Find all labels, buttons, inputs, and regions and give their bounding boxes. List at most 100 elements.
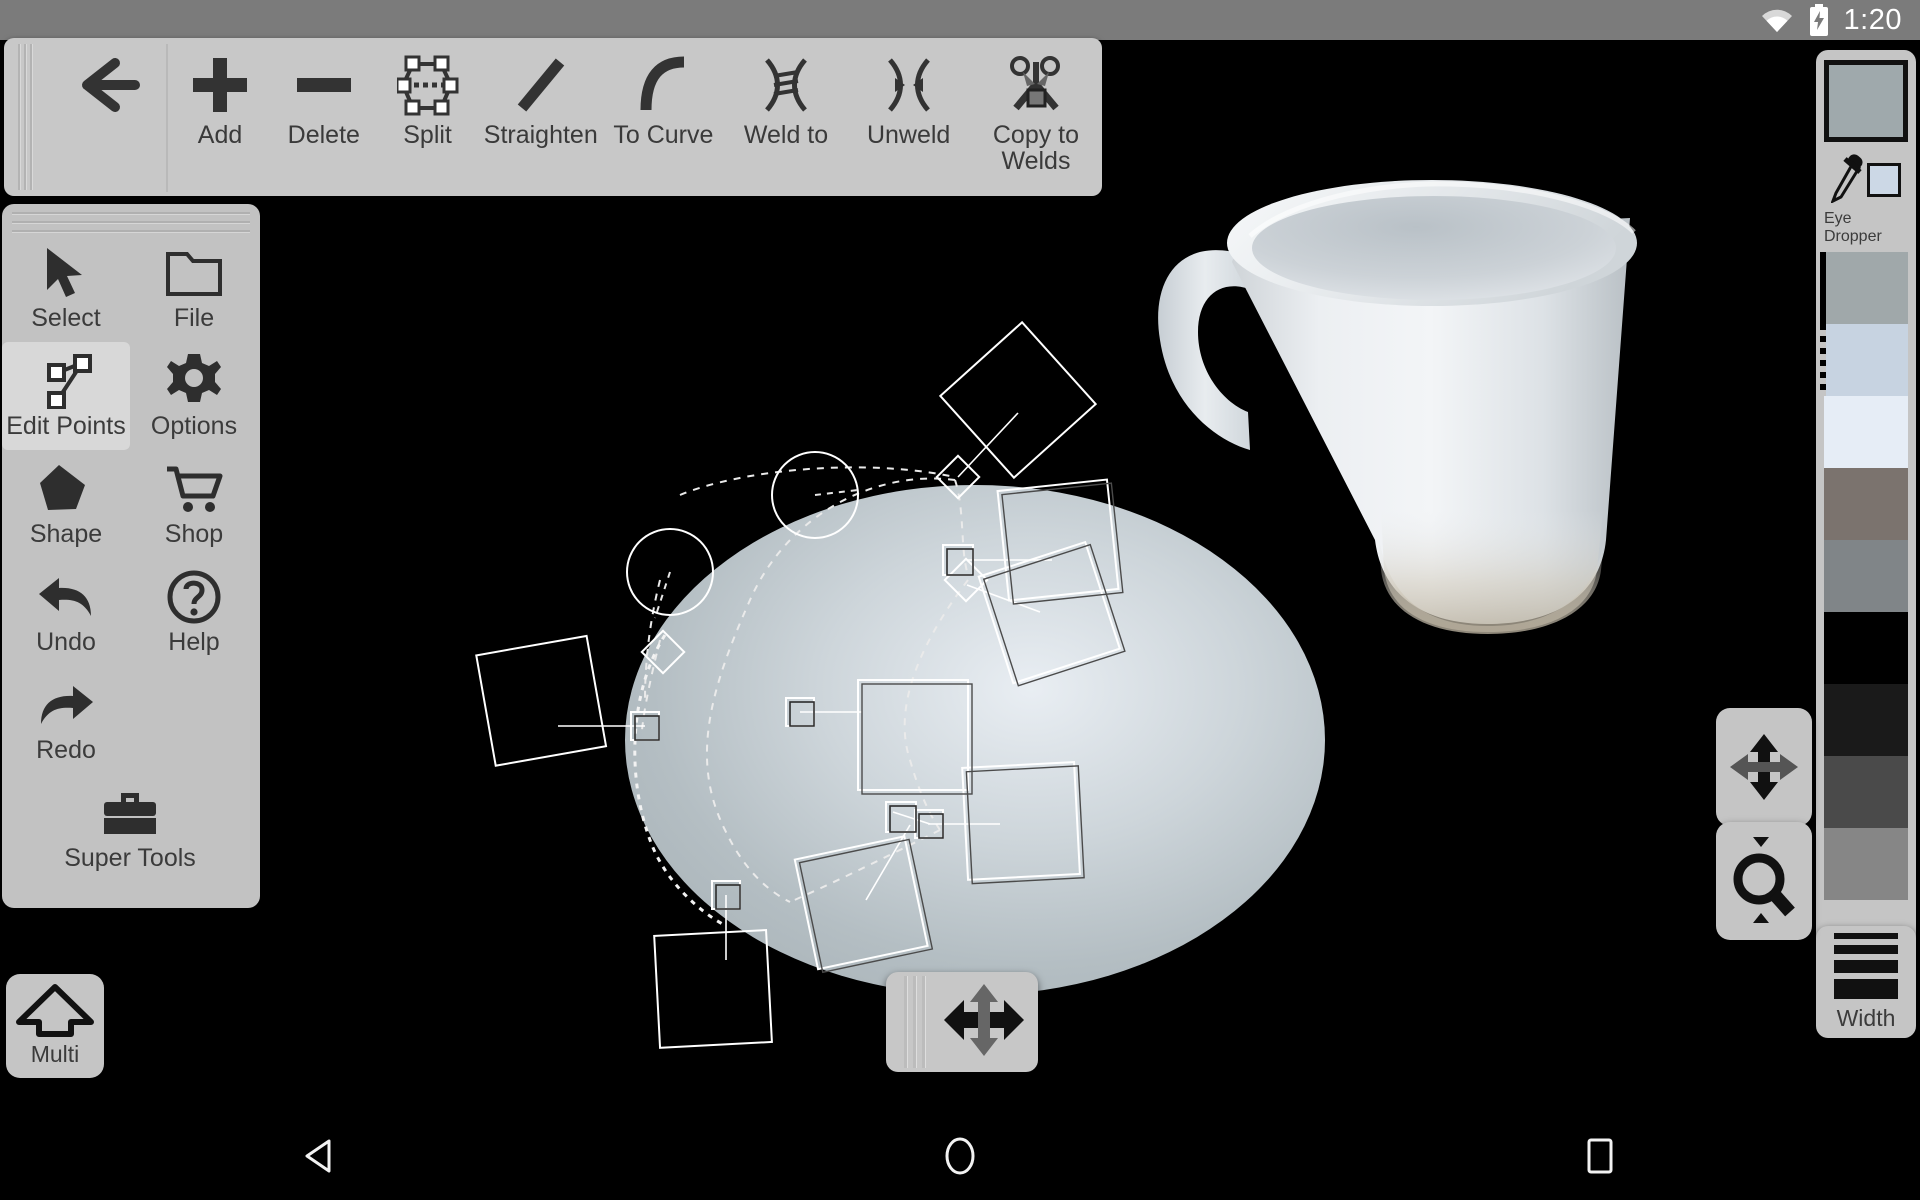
folder-icon: [165, 244, 223, 302]
diagonal-line-icon: [510, 54, 572, 116]
pan-view-button[interactable]: [1716, 708, 1812, 826]
palette-swatch-8[interactable]: [1824, 828, 1908, 900]
width-button[interactable]: Width: [1816, 926, 1916, 1038]
copy-to-welds-label-line2: Welds: [1001, 147, 1071, 176]
android-back-button[interactable]: [230, 1137, 410, 1175]
toolbar-grip[interactable]: [4, 38, 46, 196]
width-label: Width: [1836, 1004, 1896, 1031]
pan-handle-widget[interactable]: [886, 972, 1038, 1072]
android-nav-bar[interactable]: [0, 1112, 1920, 1200]
curve-arc-icon: [632, 54, 694, 116]
android-recents-button[interactable]: [1510, 1135, 1690, 1177]
eye-dropper-button[interactable]: Eye Dropper: [1824, 152, 1908, 246]
multi-label: Multi: [30, 1041, 80, 1067]
tool-file[interactable]: File: [130, 234, 258, 342]
add-button[interactable]: Add: [168, 38, 272, 196]
tool-options[interactable]: Options: [130, 342, 258, 450]
palette-swatch-7[interactable]: [1824, 756, 1908, 828]
cursor-arrow-icon: [41, 244, 91, 302]
add-label: Add: [197, 121, 243, 149]
redo-arrow-icon: [37, 676, 95, 734]
edit-points-context-toolbar[interactable]: Add Delete Split Straighten To Curve Wel…: [4, 38, 1102, 196]
split-label: Split: [403, 121, 452, 149]
tool-help[interactable]: Help: [130, 558, 258, 666]
color-panel[interactable]: Eye Dropper: [1816, 50, 1916, 960]
main-tool-palette[interactable]: Select File Edit Points Options Shape Sh…: [2, 204, 260, 908]
copy-to-welds-label: Copy to Welds: [993, 122, 1079, 175]
wifi-icon: [1760, 7, 1794, 33]
weld-to-button[interactable]: Weld to: [725, 38, 848, 196]
toolbox-icon: [99, 784, 161, 842]
palette-swatch-4[interactable]: [1824, 540, 1908, 612]
polygon-shape-icon: [38, 460, 94, 518]
tool-undo[interactable]: Undo: [2, 558, 130, 666]
shopping-cart-icon: [165, 460, 223, 518]
split-polygon-icon: [396, 54, 459, 116]
minus-icon: [293, 54, 355, 116]
android-home-button[interactable]: [870, 1135, 1050, 1177]
delete-label: Delete: [287, 121, 360, 149]
palette-swatch-1[interactable]: [1820, 324, 1908, 396]
delete-button[interactable]: Delete: [272, 38, 376, 196]
magnifier-icon: [1733, 837, 1795, 923]
tool-grid: Select File Edit Points Options Shape Sh…: [2, 234, 260, 882]
tool-spacer: [130, 666, 258, 774]
to-curve-label: To Curve: [613, 121, 714, 149]
view-controls: [1716, 708, 1812, 940]
tool-super-tools-label: Super Tools: [64, 843, 196, 872]
android-status-bar: 1:20: [0, 0, 1920, 40]
tool-select-label: Select: [31, 303, 101, 332]
palette-swatch-0[interactable]: [1820, 252, 1908, 324]
palette-grip[interactable]: [12, 212, 250, 234]
back-arrow-icon: [69, 54, 143, 116]
tool-redo-label: Redo: [36, 735, 96, 764]
plus-icon: [189, 54, 251, 116]
eye-dropper-label: Eye Dropper: [1824, 210, 1882, 245]
tool-edit-points[interactable]: Edit Points: [2, 342, 130, 450]
palette-swatch-3[interactable]: [1824, 468, 1908, 540]
circle-home-icon: [945, 1137, 975, 1175]
palette-swatch-6[interactable]: [1824, 684, 1908, 756]
tool-shape[interactable]: Shape: [2, 450, 130, 558]
straighten-button[interactable]: Straighten: [479, 38, 602, 196]
multi-button[interactable]: Multi: [6, 974, 104, 1078]
tool-redo[interactable]: Redo: [2, 666, 130, 774]
palette-swatch-5[interactable]: [1824, 612, 1908, 684]
eyedropper-sampled-swatch: [1867, 163, 1901, 197]
copy-to-welds-button[interactable]: Copy to Welds: [970, 38, 1102, 196]
palette-swatch-marker: [1820, 252, 1826, 324]
unweld-button[interactable]: Unweld: [847, 38, 970, 196]
palette-swatch-marker: [1820, 324, 1826, 396]
tool-shop[interactable]: Shop: [130, 450, 258, 558]
tool-options-label: Options: [150, 411, 238, 440]
tool-select[interactable]: Select: [2, 234, 130, 342]
to-curve-button[interactable]: To Curve: [602, 38, 725, 196]
weld-stitch-icon: [755, 54, 817, 116]
color-palette[interactable]: [1820, 252, 1908, 900]
move-four-arrows-icon: [942, 982, 1026, 1063]
status-bar-clock: 1:20: [1843, 3, 1902, 36]
triangle-back-icon: [305, 1139, 331, 1173]
weld-to-label: Weld to: [743, 121, 829, 149]
undo-arrow-icon: [37, 568, 95, 626]
tool-file-label: File: [173, 303, 215, 332]
four-way-arrows-icon: [1730, 734, 1798, 800]
tool-shop-label: Shop: [164, 519, 224, 548]
unweld-split-icon: [878, 54, 940, 116]
question-circle-icon: [166, 568, 222, 626]
palette-swatch-2[interactable]: [1824, 396, 1908, 468]
up-arrow-outline-icon: [16, 984, 94, 1043]
copy-to-welds-label-line1: Copy to: [992, 121, 1080, 149]
straighten-label: Straighten: [483, 121, 598, 149]
current-color-swatch[interactable]: [1824, 60, 1908, 142]
eyedropper-icon: [1830, 153, 1865, 208]
line-width-icon: [1834, 932, 1898, 1005]
pan-widget-grip[interactable]: [886, 972, 942, 1072]
tool-help-label: Help: [168, 627, 220, 656]
tool-super-tools[interactable]: Super Tools: [2, 774, 258, 882]
back-button[interactable]: [46, 38, 167, 196]
split-button[interactable]: Split: [376, 38, 480, 196]
gear-icon: [165, 352, 223, 410]
zoom-view-button[interactable]: [1716, 822, 1812, 940]
unweld-label: Unweld: [866, 121, 951, 149]
